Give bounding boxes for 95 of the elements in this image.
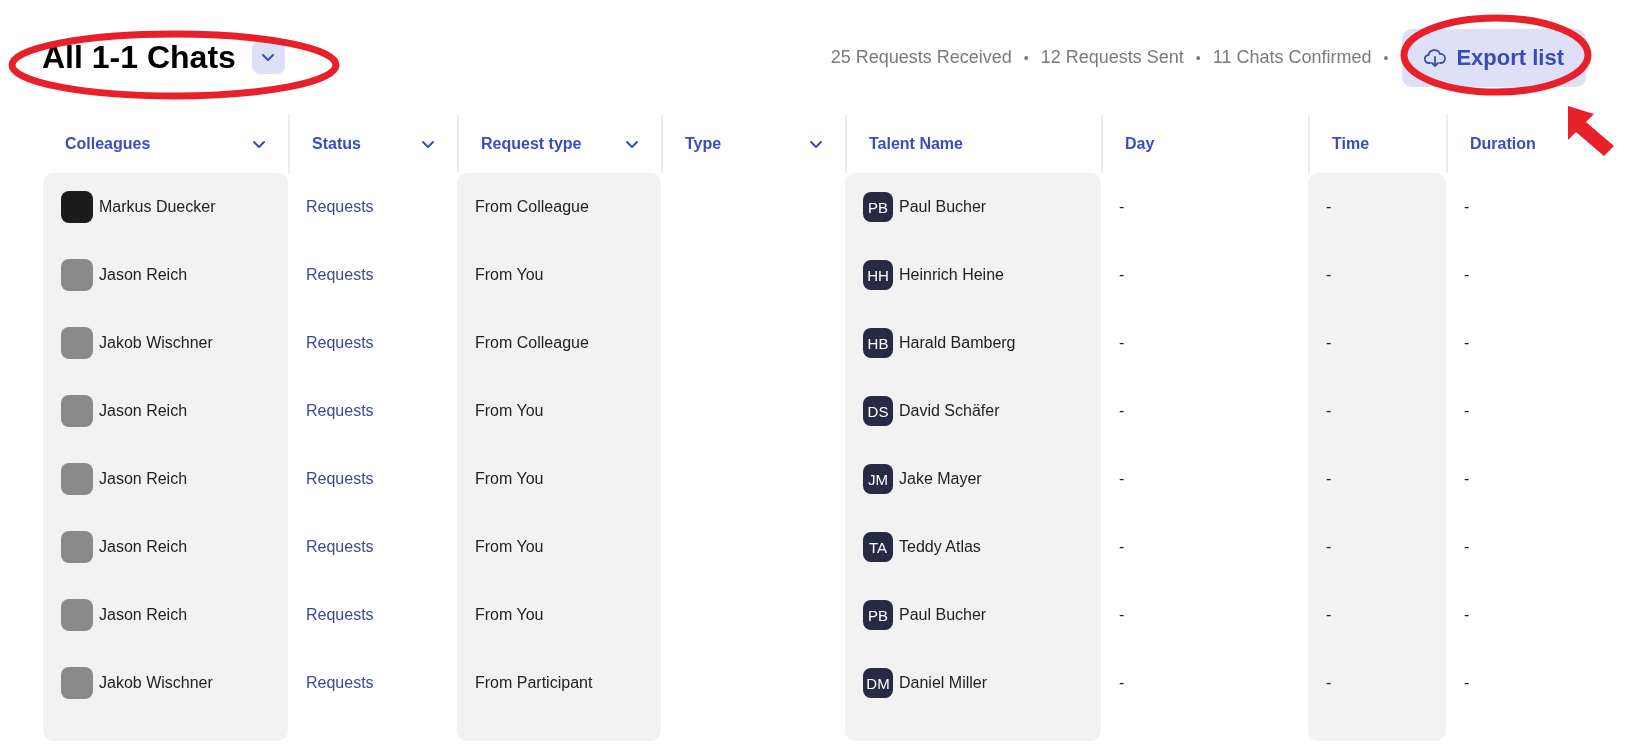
column-filter-button[interactable]: Colleagues (65, 135, 266, 153)
initials-avatar: HB (863, 328, 893, 358)
title-dropdown-button[interactable] (251, 41, 285, 74)
avatar-placeholder (61, 327, 93, 359)
initials-avatar: HH (863, 260, 893, 290)
talent-name: Daniel Miller (899, 674, 988, 692)
table-cell: From You (475, 606, 544, 624)
table-cell: - (1326, 470, 1332, 488)
column-filter-button[interactable]: Type (685, 135, 823, 153)
status-text: Requests (306, 470, 374, 488)
table-cell: - (1464, 470, 1470, 488)
table-cell: - (1464, 674, 1470, 692)
status-text: Requests (306, 402, 374, 420)
table-cell: - (1464, 538, 1470, 556)
table-cell: From You (475, 470, 544, 488)
table-cell: - (1464, 266, 1470, 284)
colleague-name: Jason Reich (99, 266, 188, 284)
initials-avatar: TA (863, 532, 893, 562)
status-text: Requests (306, 606, 374, 624)
table-cell: - (1119, 606, 1125, 624)
separator-dot: • (1023, 49, 1029, 66)
column-header: Talent Name (869, 135, 963, 153)
table-cell: From You (475, 402, 544, 420)
avatar-placeholder (61, 259, 93, 291)
talent-name: Harald Bamberg (899, 334, 1016, 352)
column-header: Day (1125, 135, 1155, 153)
separator-dot: • (1383, 49, 1389, 66)
chevron-down-icon (625, 139, 639, 149)
table-cell: From You (475, 538, 544, 556)
talent-name: Teddy Atlas (899, 538, 981, 556)
table-cell: From Colleague (475, 334, 589, 352)
colleague-name: Jason Reich (99, 470, 188, 488)
table-cell: - (1119, 538, 1125, 556)
talent-name: Paul Bucher (899, 606, 987, 624)
stat-text: 11 Chats Confirmed (1212, 47, 1372, 68)
avatar-placeholder (61, 395, 93, 427)
initials-avatar: PB (863, 192, 893, 222)
chevron-down-icon (252, 139, 266, 149)
cloud-download-icon (1424, 47, 1447, 68)
status-text: Requests (306, 334, 374, 352)
column-header: Duration (1470, 135, 1536, 153)
table-cell: - (1326, 674, 1332, 692)
table-cell: - (1119, 470, 1125, 488)
table-cell: - (1464, 606, 1470, 624)
table-cell: - (1119, 674, 1125, 692)
avatar-placeholder (61, 191, 93, 223)
separator-dot: • (1195, 49, 1201, 66)
initials-avatar: DM (863, 668, 893, 698)
table-cell: - (1326, 538, 1332, 556)
avatar-placeholder (61, 463, 93, 495)
table-cell: - (1326, 198, 1332, 216)
avatar-placeholder (61, 531, 93, 563)
table-cell: - (1119, 334, 1125, 352)
table-cell: - (1326, 334, 1332, 352)
colleague-name: Jakob Wischner (99, 674, 213, 692)
table-cell: - (1464, 402, 1470, 420)
table-cell: - (1326, 606, 1332, 624)
talent-name: David Schäfer (899, 402, 1000, 420)
column-filter-button[interactable]: Status (312, 135, 435, 153)
colleague-name: Jason Reich (99, 606, 188, 624)
table-cell: From Colleague (475, 198, 589, 216)
status-text: Requests (306, 538, 374, 556)
status-text: Requests (306, 266, 374, 284)
talent-name: Heinrich Heine (899, 266, 1004, 284)
status-text: Requests (306, 198, 374, 216)
pointer-arrow (1568, 106, 1614, 156)
talent-name: Jake Mayer (899, 470, 982, 488)
colleague-name: Markus Duecker (99, 198, 216, 216)
initials-avatar: JM (863, 464, 893, 494)
colleague-name: Jakob Wischner (99, 334, 213, 352)
page-title: All 1-1 Chats (42, 39, 236, 76)
stat-text: 12 Requests Sent (1040, 47, 1184, 68)
talent-name: Paul Bucher (899, 198, 987, 216)
column-header: Time (1332, 135, 1370, 153)
initials-avatar: PB (863, 600, 893, 630)
stat-text: 25 Requests Received (830, 47, 1012, 68)
table-cell: - (1119, 266, 1125, 284)
chevron-down-icon (809, 139, 823, 149)
avatar-placeholder (61, 667, 93, 699)
status-text: Requests (306, 674, 374, 692)
table-cell: - (1464, 334, 1470, 352)
colleague-name: Jason Reich (99, 402, 188, 420)
table-cell: From You (475, 266, 544, 284)
table-cell: - (1119, 198, 1125, 216)
table-cell: - (1119, 402, 1125, 420)
chevron-down-icon (261, 53, 276, 62)
column-filter-button[interactable]: Request type (481, 135, 639, 153)
colleague-name: Jason Reich (99, 538, 188, 556)
initials-avatar: DS (863, 396, 893, 426)
table-cell: - (1464, 198, 1470, 216)
avatar-placeholder (61, 599, 93, 631)
table-cell: - (1326, 402, 1332, 420)
table-cell: From Participant (475, 674, 593, 692)
table-cell: - (1326, 266, 1332, 284)
chevron-down-icon (421, 139, 435, 149)
